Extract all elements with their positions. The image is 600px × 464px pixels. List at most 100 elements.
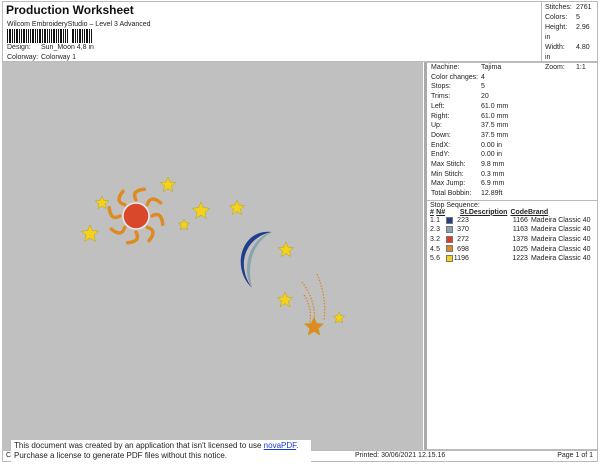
stop-sequence: Stop Sequence: # N# St. Description Code Bran… <box>427 199 597 265</box>
property-value: 0.00 in <box>481 141 503 149</box>
property-label: Max Stitch: <box>431 161 466 169</box>
property-label: Stops: <box>431 83 451 91</box>
stat-label: Height: <box>545 24 568 31</box>
moon <box>240 231 272 288</box>
property-label: Color changes: <box>431 73 479 81</box>
stop-row: 2. 3 370 1163 Madeira Classic 40 <box>430 225 594 235</box>
stop-sequence-title: Stop Sequence: <box>430 201 480 209</box>
description <box>469 245 510 255</box>
novapdf-link[interactable]: novaPDF <box>264 441 296 450</box>
property-value: 37.5 mm <box>481 122 509 130</box>
star <box>276 291 294 308</box>
property-row: Machine: Tajima <box>431 63 593 73</box>
colorway-row: Colorway: Colorway 1 <box>7 54 76 61</box>
color-swatch <box>445 254 453 262</box>
property-row: Max Jump: 6.9 mm <box>431 179 593 189</box>
design-label: Design: <box>7 44 31 51</box>
embroidery-design <box>80 176 346 336</box>
notice-text-2: Purchase a license to generate PDF files… <box>14 451 227 460</box>
property-value: 4 <box>481 73 485 81</box>
barcode <box>7 29 93 43</box>
property-value: 61.0 mm <box>481 102 509 110</box>
property-row: Right: 61.0 mm <box>431 112 593 122</box>
stat-label: Stitches: <box>545 4 572 11</box>
property-row: Down: 37.5 mm <box>431 131 593 141</box>
sun-ray <box>150 212 165 227</box>
needle-number: 6 <box>436 255 441 263</box>
property-label: Max Jump: <box>431 180 466 188</box>
description <box>469 254 510 264</box>
star <box>277 241 295 258</box>
column-header: Brand <box>527 208 549 216</box>
property-label: Left: <box>431 102 445 110</box>
property-value: 9.8 mm <box>481 161 505 169</box>
stop-row: 1. 1 223 1166 Madeira Classic 40 <box>430 216 594 226</box>
property-row: Up: 37.5 mm <box>431 121 593 131</box>
color-swatch <box>445 226 453 234</box>
property-value: Tajima <box>481 64 502 71</box>
needle-number: 5 <box>436 245 441 253</box>
property-row: Total Bobbin: 12.89ft <box>431 189 593 199</box>
star <box>94 195 110 210</box>
stitch-count: 698 <box>457 245 469 253</box>
color-swatch <box>445 216 453 224</box>
sun-ray <box>125 230 140 245</box>
design-preview <box>2 62 423 450</box>
column-header: St. <box>459 208 469 216</box>
property-row: Trims: 20 <box>431 92 593 102</box>
colorway-label: Colorway: <box>7 54 39 61</box>
needle-number: 2 <box>436 236 441 244</box>
thread-code: 1163 <box>512 226 528 234</box>
thread-brand: Madeira Classic 40 <box>530 226 591 234</box>
stat-row: Stitches: 2761 <box>545 3 595 13</box>
property-value: 0.3 mm <box>481 170 505 178</box>
notice-text: This document was created by an applicat… <box>14 441 264 450</box>
property-value: 61.0 mm <box>481 112 509 120</box>
sun-ray <box>145 225 155 243</box>
property-label: Machine: <box>431 64 460 71</box>
column-header: N# <box>436 208 446 216</box>
thread-code: 1223 <box>512 255 528 263</box>
star <box>191 201 211 219</box>
stop-row: 3. 2 272 1378 Madeira Classic 40 <box>430 235 594 245</box>
software-name: Wilcom EmbroideryStudio – Level 3 Advanc… <box>7 21 151 28</box>
property-value: 37.5 mm <box>481 131 509 139</box>
colorway-value: Colorway 1 <box>41 54 77 61</box>
stitch-count: 223 <box>457 216 469 224</box>
license-notice: This document was created by an applicat… <box>11 440 311 462</box>
thread-code: 1166 <box>512 216 528 224</box>
property-label: Up: <box>431 122 442 130</box>
property-row: Min Stitch: 0.3 mm <box>431 170 593 180</box>
property-row: EndY: 0.00 in <box>431 150 593 160</box>
color-swatch <box>445 235 453 243</box>
thread-brand: Madeira Classic 40 <box>530 236 591 244</box>
column-header: Code <box>510 208 528 216</box>
thread-brand: Madeira Classic 40 <box>530 216 591 224</box>
sun-ray <box>109 225 127 235</box>
stat-label: Width: <box>545 44 565 51</box>
design-value: Sun_Moon 4,8 in <box>41 44 94 51</box>
design-row: Design: Sun_Moon 4,8 in <box>7 44 94 51</box>
stat-label: Colors: <box>545 14 568 21</box>
stat-row: Height: 2.96 in <box>545 23 595 43</box>
sun-disc <box>122 202 150 230</box>
stop-row: 5. 6 1196 1223 Madeira Classic 40 <box>430 254 594 264</box>
property-row: Color changes: 4 <box>431 73 593 83</box>
stop-sequence-table: # N# St. Description Code Brand 1. 1 223 1166… <box>430 209 594 264</box>
property-value: 6.9 mm <box>481 180 505 188</box>
property-row: Stops: 5 <box>431 82 593 92</box>
star <box>159 176 177 193</box>
stop-row: 4. 5 698 1025 Madeira Classic 40 <box>430 245 594 255</box>
thread-brand: Madeira Classic 40 <box>530 245 591 253</box>
property-label: Right: <box>431 112 450 120</box>
sun <box>107 187 165 245</box>
property-label: Trims: <box>431 93 451 101</box>
stitch-count: 1196 <box>453 255 469 263</box>
property-row: Left: 61.0 mm <box>431 102 593 112</box>
property-label: Down: <box>431 131 451 139</box>
star <box>228 199 246 216</box>
sun-ray <box>132 187 147 202</box>
sun-ray <box>117 189 127 207</box>
design-stats: Stitches: 2761 Colors: 5 Height: 2.96 in Width… <box>541 1 598 71</box>
stitch-count: 370 <box>457 226 469 234</box>
